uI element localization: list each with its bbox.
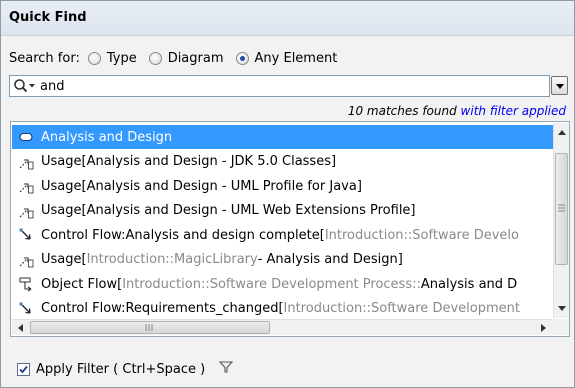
result-text: Object Flow[	[41, 276, 123, 292]
radio-diagram[interactable]: Diagram	[148, 50, 224, 66]
result-row[interactable]: Analysis and Design	[12, 125, 553, 149]
control-flow-icon	[18, 301, 34, 317]
result-row[interactable]: Usage[Introduction::MagicLibrary - Analy…	[12, 248, 553, 272]
radio-button[interactable]	[148, 51, 162, 65]
horizontal-scroll-thumb[interactable]	[30, 321, 270, 334]
result-qualifier-text: Introduction::Software Develo	[324, 227, 519, 243]
search-for-label: Search for:	[9, 50, 80, 66]
result-text: Usage[Analysis and Design - JDK 5.0 Clas…	[41, 154, 337, 169]
filter-applied-link[interactable]: with filter applied	[461, 104, 566, 118]
title-bar: Quick Find	[1, 1, 574, 36]
vertical-scrollbar[interactable]	[553, 123, 569, 318]
scroll-up-arrow-icon[interactable]	[557, 125, 567, 141]
horizontal-scrollbar[interactable]	[12, 319, 553, 335]
search-icon[interactable]	[13, 78, 39, 98]
checkmark-icon	[19, 365, 28, 373]
result-text: Analysis and Design	[41, 129, 173, 145]
result-qualifier-text: Introduction::Software Development Proce…	[122, 276, 421, 292]
result-text: Usage[Analysis and Design - UML Profile …	[41, 178, 362, 194]
usage-icon	[18, 203, 34, 219]
dialog-title: Quick Find	[9, 10, 87, 25]
class-element-icon	[18, 129, 34, 145]
search-input[interactable]	[40, 77, 540, 95]
scroll-right-arrow-icon[interactable]	[538, 323, 548, 333]
radio-button-selected[interactable]	[235, 51, 249, 65]
radio-label-diagram: Diagram	[167, 50, 224, 66]
result-qualifier-text: Introduction::Software Development	[283, 301, 520, 316]
result-row[interactable]: Usage[Analysis and Design - UML Web Exte…	[12, 199, 553, 223]
result-text: - Analysis and Design]	[257, 252, 403, 267]
result-text: Analysis and D	[420, 276, 518, 292]
quick-find-dialog: Quick Find Search for: Type Diagram Any …	[0, 0, 575, 388]
result-text: Control Flow:Analysis and design complet…	[41, 227, 325, 243]
result-row[interactable]: Control Flow:Requirements_changed[Introd…	[12, 297, 553, 319]
object-flow-icon	[18, 276, 34, 292]
grip-icon	[145, 324, 153, 331]
result-row[interactable]: Usage[Analysis and Design - UML Profile …	[12, 174, 553, 198]
result-qualifier-text: Introduction::MagicLibrary	[86, 252, 258, 267]
results-list[interactable]: Analysis and Design Usage[Analysis and De…	[10, 121, 570, 337]
result-row[interactable]: Control Flow:Analysis and design complet…	[12, 223, 553, 247]
apply-filter-checkbox[interactable]	[17, 362, 30, 376]
result-row[interactable]: Usage[Analysis and Design - JDK 5.0 Clas…	[12, 150, 553, 174]
scrollbar-corner	[553, 319, 569, 335]
result-text: Usage[	[41, 252, 87, 267]
radio-any-element[interactable]: Any Element	[235, 50, 338, 66]
result-text: Usage[Analysis and Design - UML Web Exte…	[41, 203, 416, 218]
grip-icon	[558, 204, 565, 212]
match-status: 10 matches found with filter applied	[348, 104, 566, 118]
history-dropdown-button[interactable]	[551, 76, 568, 95]
filter-footer: Apply Filter ( Ctrl+Space )	[17, 360, 234, 378]
scroll-left-arrow-icon[interactable]	[16, 323, 26, 333]
usage-icon	[18, 178, 34, 194]
result-text: Control Flow:Requirements_changed[	[41, 301, 284, 316]
radio-label-any-element: Any Element	[254, 50, 338, 66]
filter-funnel-icon[interactable]	[218, 360, 234, 378]
control-flow-icon	[18, 227, 34, 243]
result-row[interactable]: Object Flow[Introduction::Software Devel…	[12, 272, 553, 296]
radio-label-type: Type	[106, 50, 137, 66]
search-for-row: Search for: Type Diagram Any Element	[9, 48, 349, 68]
usage-icon	[18, 252, 34, 268]
apply-filter-label: Apply Filter ( Ctrl+Space )	[36, 361, 206, 377]
vertical-scroll-thumb[interactable]	[555, 153, 568, 265]
scroll-down-arrow-icon[interactable]	[557, 300, 567, 316]
search-combo[interactable]	[9, 75, 550, 97]
match-count-text: 10 matches found	[347, 104, 457, 118]
results-viewport[interactable]: Analysis and Design Usage[Analysis and De…	[12, 123, 553, 318]
usage-icon	[18, 154, 34, 170]
radio-type[interactable]: Type	[87, 50, 137, 66]
radio-button[interactable]	[87, 51, 101, 65]
